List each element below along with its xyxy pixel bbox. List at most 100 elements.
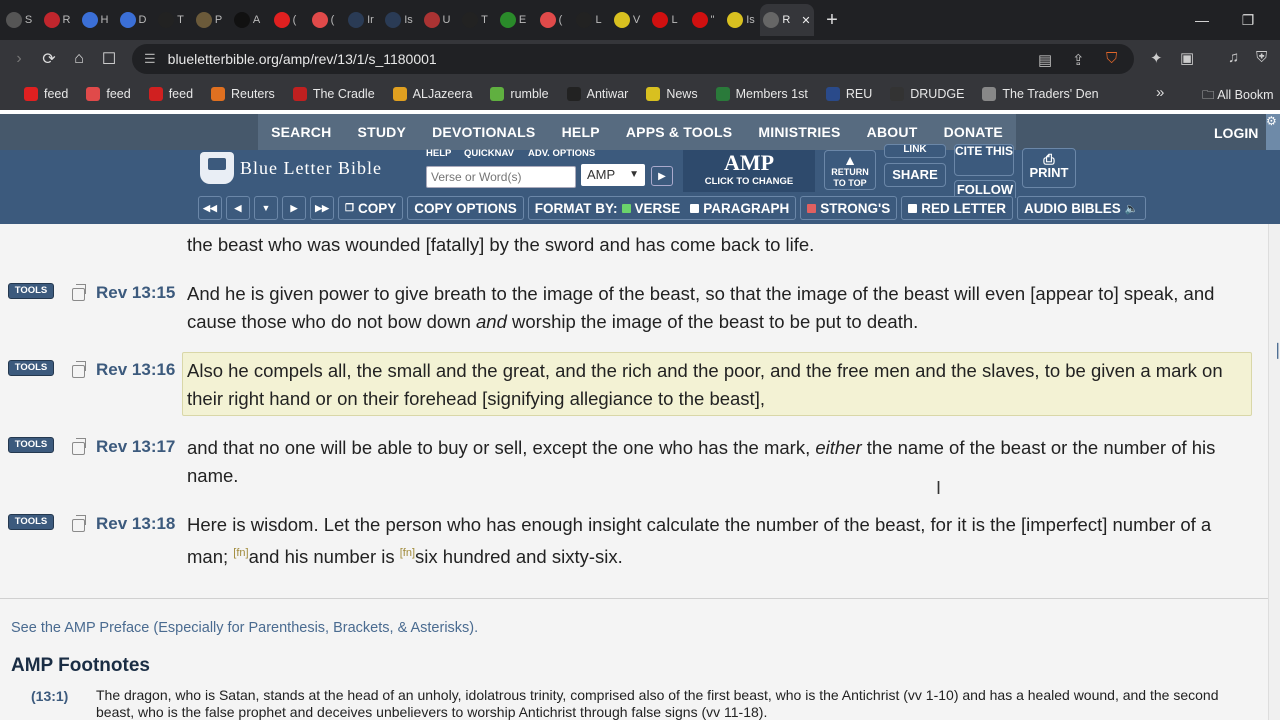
tools-button[interactable]: TOOLS <box>8 514 54 530</box>
cite-this-button[interactable]: CITE THIS <box>954 144 1014 176</box>
nav-item-donate[interactable]: DONATE <box>944 124 1003 140</box>
forward-icon[interactable]: › <box>4 50 34 68</box>
browser-tab[interactable]: P <box>190 4 228 36</box>
bookmark-item[interactable]: rumble <box>490 87 549 101</box>
browser-tab[interactable]: R <box>38 4 76 36</box>
copy-button[interactable]: ❐ COPY <box>338 196 404 220</box>
link-button[interactable]: LINK <box>884 144 946 158</box>
page-scrollbar[interactable] <box>1268 224 1280 720</box>
verse-ref[interactable]: Rev 13:17 <box>96 437 175 457</box>
browser-tab[interactable]: Ir <box>342 4 380 36</box>
browser-tab[interactable]: A <box>228 4 266 36</box>
bookmark-item[interactable]: DRUDGE <box>890 87 964 101</box>
last-chapter-button[interactable]: ▶▶ <box>310 196 334 220</box>
browser-tab[interactable]: V <box>608 4 646 36</box>
copy-verse-icon[interactable] <box>72 438 86 455</box>
copy-verse-icon[interactable] <box>72 361 86 378</box>
version-change-button[interactable]: AMP CLICK TO CHANGE <box>683 150 815 192</box>
footnote-marker[interactable]: [fn] <box>233 547 248 559</box>
bookmark-item[interactable]: News <box>646 87 698 101</box>
media-icon[interactable]: ♫ <box>1228 49 1239 66</box>
audio-bibles-button[interactable]: AUDIO BIBLES 🔈 <box>1017 196 1146 220</box>
verse-ref[interactable]: Rev 13:18 <box>96 514 175 534</box>
sidebar-icon[interactable]: ▣ <box>1180 49 1194 67</box>
bookmark-item[interactable]: Members 1st <box>715 87 808 101</box>
nav-item-apps-tools[interactable]: APPS & TOOLS <box>626 124 732 140</box>
browser-tab[interactable]: E <box>494 4 532 36</box>
tools-button[interactable]: TOOLS <box>8 283 54 299</box>
copy-verse-icon[interactable] <box>72 284 86 301</box>
nav-item-about[interactable]: ABOUT <box>867 124 918 140</box>
next-chapter-button[interactable]: ▶ <box>282 196 306 220</box>
bookmark-item[interactable]: feed <box>86 87 131 101</box>
share-icon[interactable]: ⇪ <box>1072 51 1085 69</box>
paragraph-option-label[interactable]: PARAGRAPH <box>703 201 789 216</box>
browser-tab[interactable]: U <box>418 4 456 36</box>
bookmark-item[interactable]: REU <box>825 87 872 101</box>
bookmark-item[interactable]: The Cradle <box>292 87 375 101</box>
blb-logo[interactable]: Blue Letter Bible <box>200 152 382 184</box>
verse-search-input[interactable] <box>426 166 576 188</box>
version-select[interactable]: AMP ▼ <box>581 164 645 186</box>
side-panel-handle-icon[interactable]: ❘ <box>1271 340 1280 362</box>
home-icon[interactable]: ⌂ <box>64 50 94 68</box>
footnote-marker[interactable]: [fn] <box>400 547 415 559</box>
bookmark-item[interactable]: feed <box>24 87 68 101</box>
minimize-button[interactable]: — <box>1180 0 1224 40</box>
search-go-button[interactable]: ▶ <box>651 166 673 186</box>
browser-tab[interactable]: Is <box>722 4 760 36</box>
adv-options-link[interactable]: ADV. OPTIONS <box>528 148 595 159</box>
bookmark-item[interactable]: The Traders' Den <box>982 87 1099 101</box>
url-bar[interactable]: ☰ blueletterbible.org/amp/rev/13/1/s_118… <box>132 44 1134 74</box>
browser-tab[interactable]: ( <box>266 4 304 36</box>
prev-chapter-button[interactable]: ◀ <box>226 196 250 220</box>
browser-tab[interactable]: T <box>152 4 190 36</box>
nav-item-search[interactable]: SEARCH <box>271 124 331 140</box>
return-to-top-button[interactable]: ▲ RETURN TO TOP <box>824 150 876 190</box>
verse-option-label[interactable]: VERSE <box>635 201 681 216</box>
browser-tab[interactable]: ( <box>532 4 570 36</box>
red-letter-toggle[interactable]: RED LETTER <box>901 196 1014 220</box>
browser-tab[interactable]: S <box>0 4 38 36</box>
more-bookmarks-icon[interactable]: » <box>1156 84 1164 101</box>
footnote-ref[interactable]: (13:1) <box>31 688 68 704</box>
login-link[interactable]: LOGIN <box>1214 125 1258 141</box>
browser-tab[interactable]: H <box>76 4 114 36</box>
quicknav-link[interactable]: QUICKNAV <box>464 148 514 159</box>
browser-tab[interactable]: L <box>570 4 608 36</box>
reader-icon[interactable]: ▤ <box>1038 51 1052 69</box>
nav-item-ministries[interactable]: MINISTRIES <box>758 124 840 140</box>
tools-button[interactable]: TOOLS <box>8 437 54 453</box>
reload-icon[interactable]: ⟳ <box>34 49 64 69</box>
bookmark-item[interactable]: Reuters <box>211 87 275 101</box>
nav-item-help[interactable]: HELP <box>562 124 600 140</box>
browser-tab[interactable]: " <box>684 4 722 36</box>
vpn-icon[interactable]: ⛨ <box>1256 49 1267 66</box>
help-link[interactable]: HELP <box>426 148 451 159</box>
share-button[interactable]: SHARE <box>884 163 946 187</box>
new-tab-button[interactable]: + <box>814 9 850 32</box>
chapter-jump-button[interactable]: ▼ <box>254 196 278 220</box>
verse-ref[interactable]: Rev 13:15 <box>96 283 175 303</box>
verse-ref[interactable]: Rev 13:16 <box>96 360 175 380</box>
browser-tab[interactable]: L <box>646 4 684 36</box>
first-chapter-button[interactable]: ◀◀ <box>198 196 222 220</box>
amp-preface-link[interactable]: See the AMP Preface (Especially for Pare… <box>11 620 478 636</box>
nav-item-study[interactable]: STUDY <box>358 124 406 140</box>
restore-button[interactable]: ❐ <box>1226 0 1270 40</box>
extensions-icon[interactable]: ✦ <box>1150 49 1163 67</box>
strongs-toggle[interactable]: STRONG'S <box>800 196 898 220</box>
bookmark-item[interactable]: Antiwar <box>566 87 628 101</box>
browser-tab[interactable]: D <box>114 4 152 36</box>
verse-checkbox[interactable] <box>621 203 631 213</box>
browser-tab[interactable]: T <box>456 4 494 36</box>
tools-button[interactable]: TOOLS <box>8 360 54 376</box>
close-tab-icon[interactable]: ✕ <box>801 14 810 27</box>
browser-tab[interactable]: R ✕ <box>760 4 814 36</box>
all-bookmarks-folder[interactable]: 🗀 All Bookm <box>1202 86 1274 107</box>
browser-tab[interactable]: ( <box>304 4 342 36</box>
copy-options-button[interactable]: COPY OPTIONS <box>407 196 524 220</box>
paragraph-checkbox[interactable] <box>690 203 700 213</box>
nav-item-devotionals[interactable]: DEVOTIONALS <box>432 124 535 140</box>
settings-gear-icon[interactable]: ⚙ <box>1266 114 1280 150</box>
